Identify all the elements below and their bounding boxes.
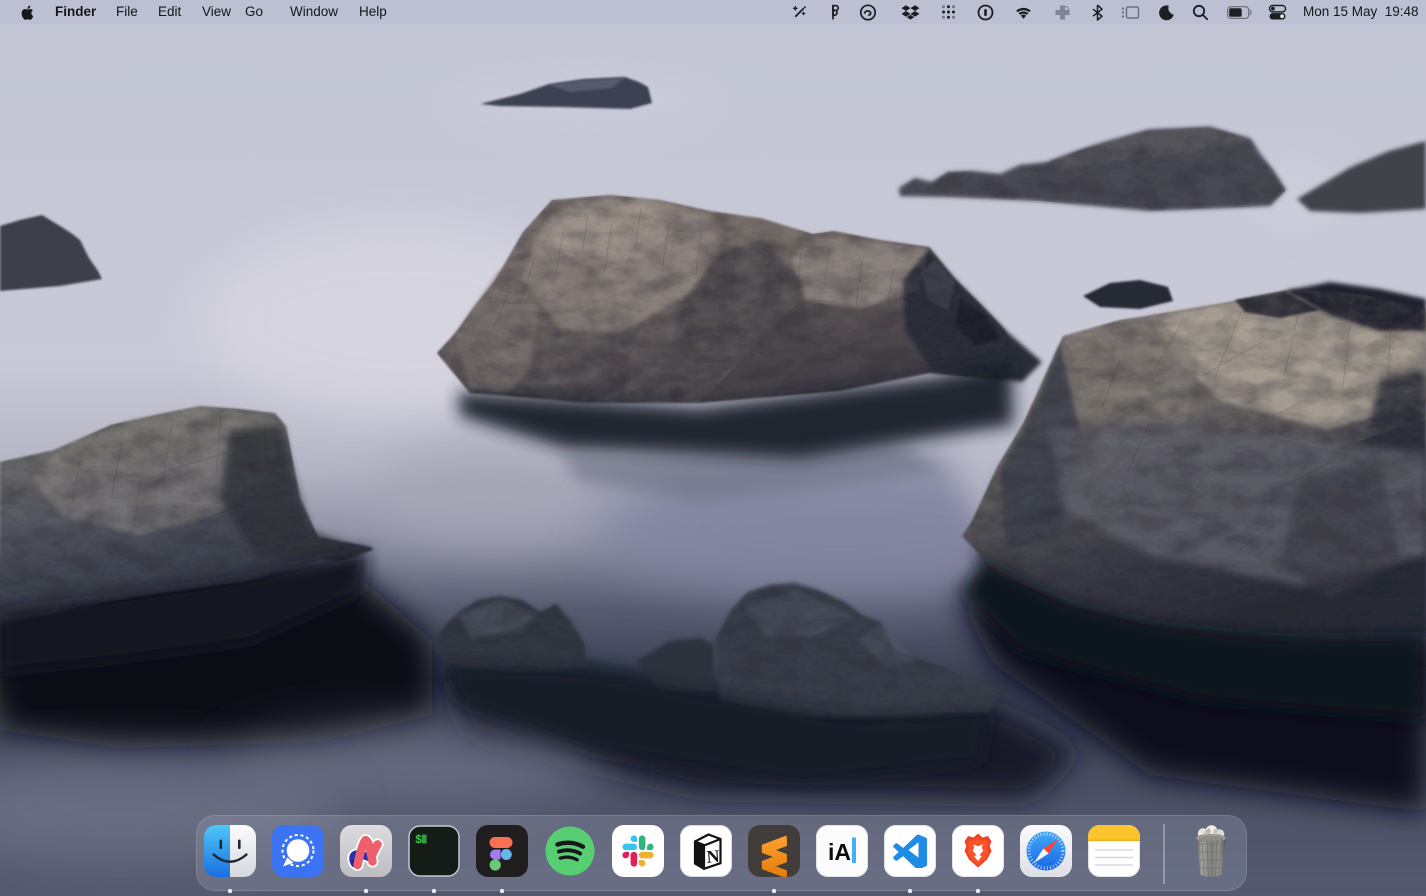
svg-text:N: N (706, 846, 720, 867)
svg-text:iA: iA (828, 839, 851, 865)
svg-text:$: $ (415, 833, 422, 847)
